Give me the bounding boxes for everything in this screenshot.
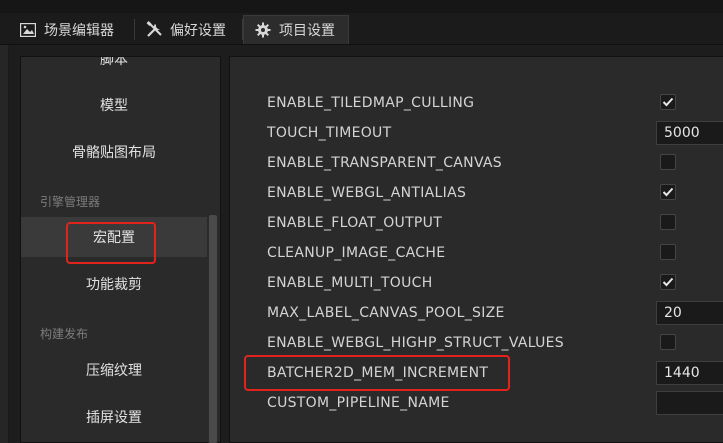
setting-row: ENABLE_MULTI_TOUCH [230,268,723,298]
setting-row: CUSTOM_PIPELINE_NAME [230,388,723,418]
sidebar-item-label: 模型 [100,98,128,114]
sidebar-item-label: 骨骼贴图布局 [72,145,156,161]
setting-label: CLEANUP_IMAGE_CACHE [267,245,446,261]
setting-label: ENABLE_FLOAT_OUTPUT [267,215,443,231]
setting-checkbox[interactable] [660,334,676,350]
setting-label: ENABLE_WEBGL_ANTIALIAS [267,185,467,201]
setting-checkbox[interactable] [660,244,676,260]
sidebar-item-label: 功能裁剪 [86,277,142,293]
setting-label: ENABLE_TRANSPARENT_CANVAS [267,155,502,171]
sidebar-item-compress-texture[interactable]: 压缩纹理 [21,350,207,390]
tab-preferences[interactable]: 偏好设置 [135,15,242,44]
setting-label: ENABLE_WEBGL_HIGHP_STRUCT_VALUES [267,335,564,351]
setting-input[interactable]: 5000 [656,121,723,145]
sidebar-item-macro-config[interactable]: 宏配置 [21,217,207,257]
sidebar-item-feature-cropping[interactable]: 功能裁剪 [21,264,207,304]
setting-row: ENABLE_FLOAT_OUTPUT [230,208,723,238]
settings-sidebar: 脚本 模型 骨骼贴图布局 引擎管理器 宏配置 功能裁剪 构建发布 压缩纹理 插屏… [20,56,221,443]
check-icon [662,277,674,287]
setting-row: ENABLE_WEBGL_ANTIALIAS [230,178,723,208]
check-icon [662,97,674,107]
sidebar-item-splash-settings[interactable]: 插屏设置 [21,397,207,437]
setting-checkbox[interactable] [660,154,676,170]
setting-row: TOUCH_TIMEOUT 5000 [230,118,723,148]
tab-label: 偏好设置 [170,22,226,39]
left-gutter [0,45,9,443]
tab-scene-editor[interactable]: 场景编辑器 [9,15,133,44]
sidebar-item-label: 压缩纹理 [86,363,142,379]
setting-input[interactable]: 20 [656,301,723,325]
sidebar-item-script[interactable]: 脚本 [21,56,207,79]
tab-project-settings[interactable]: 项目设置 [243,15,349,44]
setting-row: ENABLE_WEBGL_HIGHP_STRUCT_VALUES [230,328,723,358]
tools-icon [145,21,163,39]
setting-row: ENABLE_TRANSPARENT_CANVAS [230,148,723,178]
setting-label: ENABLE_TILEDMAP_CULLING [267,95,475,111]
setting-label: MAX_LABEL_CANVAS_POOL_SIZE [267,305,505,321]
setting-row: MAX_LABEL_CANVAS_POOL_SIZE 20 [230,298,723,328]
setting-label: CUSTOM_PIPELINE_NAME [267,395,450,411]
setting-input[interactable]: 1440 [656,361,723,385]
setting-row: CLEANUP_IMAGE_CACHE [230,238,723,268]
tab-label: 场景编辑器 [44,22,114,39]
tab-label: 项目设置 [279,23,335,39]
macro-config-panel: ENABLE_TILEDMAP_CULLING TOUCH_TIMEOUT 5000… [229,56,723,443]
setting-label: ENABLE_MULTI_TOUCH [267,275,433,291]
sidebar-scrollbar-thumb[interactable] [209,215,217,443]
setting-label: TOUCH_TIMEOUT [267,125,392,141]
sidebar-item-label: 脚本 [100,56,128,68]
check-icon [662,187,674,197]
setting-checkbox[interactable] [660,94,676,110]
section-header-build: 构建发布 [40,327,89,341]
scene-editor-icon [19,21,37,39]
setting-label: BATCHER2D_MEM_INCREMENT [267,365,489,381]
sidebar-item-label: 宏配置 [93,230,135,246]
title-strip [0,0,723,13]
section-header-engine: 引擎管理器 [40,195,101,209]
gear-icon [254,21,272,39]
setting-checkbox[interactable] [660,214,676,230]
sidebar-item-label: 插屏设置 [86,410,142,426]
sidebar-item-skeleton-atlas[interactable]: 骨骼贴图布局 [21,132,207,172]
setting-row: BATCHER2D_MEM_INCREMENT 1440 [230,358,723,388]
setting-row: ENABLE_TILEDMAP_CULLING [230,88,723,118]
setting-checkbox[interactable] [660,274,676,290]
sidebar-item-model[interactable]: 模型 [21,85,207,125]
setting-input[interactable] [656,391,723,415]
setting-checkbox[interactable] [660,184,676,200]
tab-bar: 场景编辑器 偏好设置 项目设置 [0,0,723,45]
